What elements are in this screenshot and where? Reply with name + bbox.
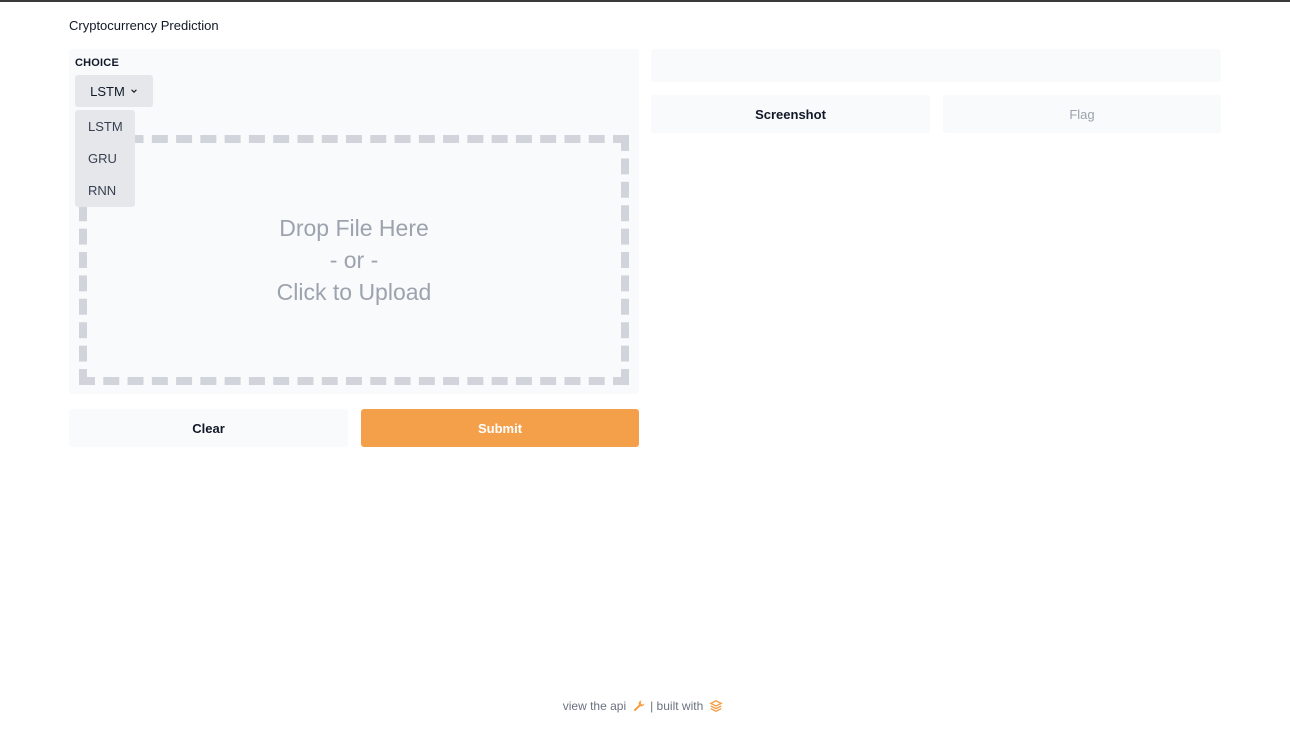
clear-button[interactable]: Clear: [69, 409, 348, 447]
choice-option-rnn[interactable]: RNN: [88, 183, 116, 198]
dropzone-text-upload: Click to Upload: [276, 279, 432, 305]
choice-option-lstm[interactable]: LSTM: [88, 119, 123, 134]
page-title: Cryptocurrency Prediction: [69, 18, 219, 33]
dropzone-text-drop: Drop File Here: [279, 215, 429, 241]
screenshot-button[interactable]: Screenshot: [651, 95, 930, 133]
wrench-icon: [634, 700, 645, 712]
choice-options-menu: LSTM GRU RNN: [75, 110, 135, 207]
view-api-text: view the api: [562, 699, 627, 713]
footer: view the api | built with: [0, 699, 1290, 713]
choice-selected-value: LSTM: [90, 83, 125, 99]
dropzone-text-or: - or -: [329, 247, 379, 273]
flag-button[interactable]: Flag: [943, 95, 1221, 133]
choice-option-gru[interactable]: GRU: [88, 151, 117, 166]
file-dropzone[interactable]: Drop File Here - or - Click to Upload: [79, 135, 629, 385]
gradio-logo-icon: [709, 700, 723, 712]
choice-label: CHOICE: [75, 57, 119, 69]
output-panel: [651, 49, 1221, 82]
view-api-link[interactable]: view the api: [563, 699, 650, 713]
built-with-text: | built with: [650, 699, 704, 713]
choice-dropdown[interactable]: LSTM: [75, 75, 153, 107]
chevron-down-icon: [131, 89, 137, 93]
built-with-link[interactable]: | built with: [650, 699, 727, 713]
input-panel: CHOICE LSTM Drop File Here - or - Click …: [69, 49, 639, 394]
submit-button[interactable]: Submit: [361, 409, 639, 447]
